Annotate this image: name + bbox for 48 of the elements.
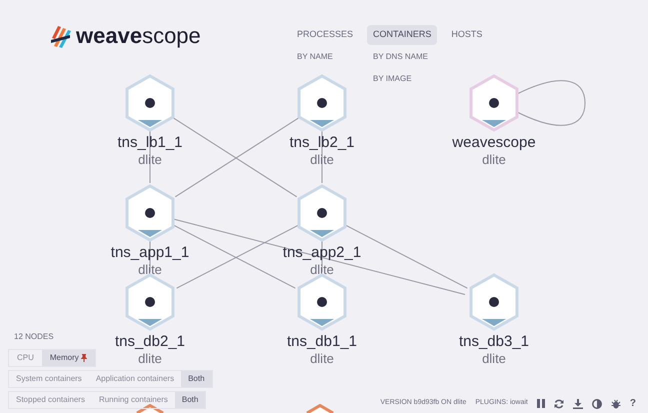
topology-tab[interactable]: HOSTS — [445, 25, 488, 44]
help-button[interactable]: ? — [630, 396, 636, 411]
pin-icon — [80, 354, 87, 362]
node-sublabel: dlite — [138, 351, 162, 367]
node-hexagon[interactable] — [136, 404, 164, 413]
node-count: 12 NODES — [14, 332, 54, 342]
filter-option[interactable]: Both — [174, 392, 206, 408]
node-hexagon[interactable] — [306, 404, 334, 413]
metric-button[interactable]: CPU — [9, 350, 42, 366]
logo-icon — [50, 24, 72, 48]
node-label: tns_lb1_1 — [117, 134, 183, 152]
node-hexagon[interactable] — [296, 74, 348, 132]
node-label: tns_app1_1 — [110, 244, 190, 262]
node-hexagon[interactable] — [296, 184, 348, 242]
filter-option[interactable]: Running containers — [92, 392, 175, 408]
node-hexagon[interactable] — [468, 273, 520, 331]
node-sublabel: dlite — [310, 262, 334, 278]
topology-option[interactable]: BY NAME — [291, 46, 339, 66]
logo-text: weavescope — [76, 24, 201, 48]
topology-option[interactable]: BY DNS NAME — [367, 46, 434, 66]
contrast-icon[interactable] — [592, 398, 602, 408]
node-sublabel: dlite — [482, 351, 506, 367]
pause-icon[interactable] — [536, 399, 545, 408]
filter-option[interactable]: Both — [181, 371, 212, 387]
refresh-icon[interactable] — [554, 398, 564, 408]
node-label: weavescope — [452, 134, 536, 152]
filter-option[interactable]: Application containers — [88, 371, 182, 387]
node-hexagon[interactable] — [124, 184, 176, 242]
node-label: tns_lb2_1 — [289, 134, 355, 152]
node-hexagon[interactable] — [124, 273, 176, 331]
node-hexagon[interactable] — [296, 273, 348, 331]
topology-option[interactable]: BY IMAGE — [367, 68, 418, 88]
filter-option[interactable]: System containers — [9, 371, 89, 387]
download-icon[interactable] — [572, 398, 583, 408]
node-label: tns_db3_1 — [458, 333, 530, 351]
node-hexagon[interactable] — [468, 74, 520, 132]
node-label: tns_app2_1 — [282, 244, 362, 262]
node-label: tns_db1_1 — [286, 333, 358, 351]
node-sublabel: dlite — [482, 152, 506, 168]
topology-tab[interactable]: PROCESSES — [291, 25, 360, 44]
topology-tab[interactable]: CONTAINERS — [367, 25, 438, 44]
node-label: tns_db2_1 — [114, 333, 186, 351]
node-sublabel: dlite — [138, 262, 162, 278]
filter-option[interactable]: Stopped containers — [9, 392, 92, 408]
node-hexagon[interactable] — [124, 74, 176, 132]
metric-button[interactable]: Memory — [42, 350, 95, 366]
bug-icon[interactable] — [610, 398, 621, 408]
node-sublabel: dlite — [310, 351, 334, 367]
